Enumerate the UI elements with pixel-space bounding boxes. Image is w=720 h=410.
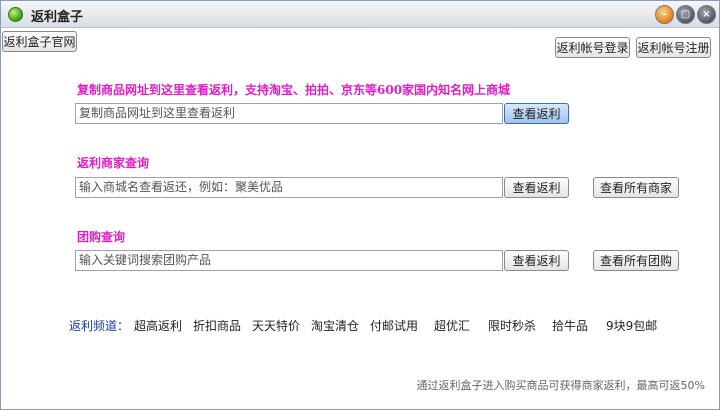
group-check-rebate-button[interactable]: 查看返利 (504, 250, 569, 271)
product-section-title: 复制商品网址到这里查看返利，支持淘宝、拍拍、京东等600家国内知名网上商城 (77, 83, 511, 97)
channel-label: 返利频道： (69, 319, 130, 333)
all-groupbuys-button[interactable]: 查看所有团购 (593, 250, 679, 271)
merchant-search-input[interactable]: 输入商城名查看返还，例如：聚美优品 (75, 177, 503, 198)
app-window: 返利盒子 – ▢ × 返利盒子官网 返利帐号登录 返利帐号注册 复制商品网址到这… (0, 0, 720, 410)
register-button[interactable]: 返利帐号注册 (636, 37, 711, 58)
close-button[interactable]: × (697, 5, 716, 24)
channel-item[interactable]: 超高返利 (134, 317, 182, 334)
channel-item[interactable]: 天天特价 (252, 317, 300, 334)
channel-item[interactable]: 折扣商品 (193, 317, 241, 334)
channel-item[interactable]: 拾牛品 (552, 317, 588, 334)
minimize-button[interactable]: – (655, 5, 674, 24)
login-button[interactable]: 返利帐号登录 (555, 37, 630, 58)
all-merchants-button[interactable]: 查看所有商家 (593, 177, 679, 198)
merchant-section-title: 返利商家查询 (77, 156, 150, 170)
channel-item[interactable]: 超优汇 (434, 317, 470, 334)
maximize-button[interactable]: ▢ (676, 5, 695, 24)
product-check-rebate-button[interactable]: 查看返利 (504, 103, 569, 124)
channel-item[interactable]: 限时秒杀 (488, 317, 536, 334)
group-section-title: 团购查询 (77, 230, 126, 244)
channel-item[interactable]: 9块9包邮 (606, 317, 657, 334)
footer-note: 通过返利盒子进入购买商品可获得商家返利，最高可返50% (416, 379, 705, 392)
window-title: 返利盒子 (31, 10, 84, 25)
merchant-check-rebate-button[interactable]: 查看返利 (504, 177, 569, 198)
product-url-input[interactable]: 复制商品网址到这里查看返利 (75, 103, 503, 124)
official-site-button[interactable]: 返利盒子官网 (2, 31, 77, 52)
channel-item[interactable]: 付邮试用 (370, 317, 418, 334)
channel-item[interactable]: 淘宝清仓 (311, 317, 359, 334)
app-logo-icon (8, 7, 23, 22)
group-search-input[interactable]: 输入关键词搜索团购产品 (75, 250, 503, 271)
title-bar[interactable]: 返利盒子 – ▢ × (1, 1, 719, 28)
